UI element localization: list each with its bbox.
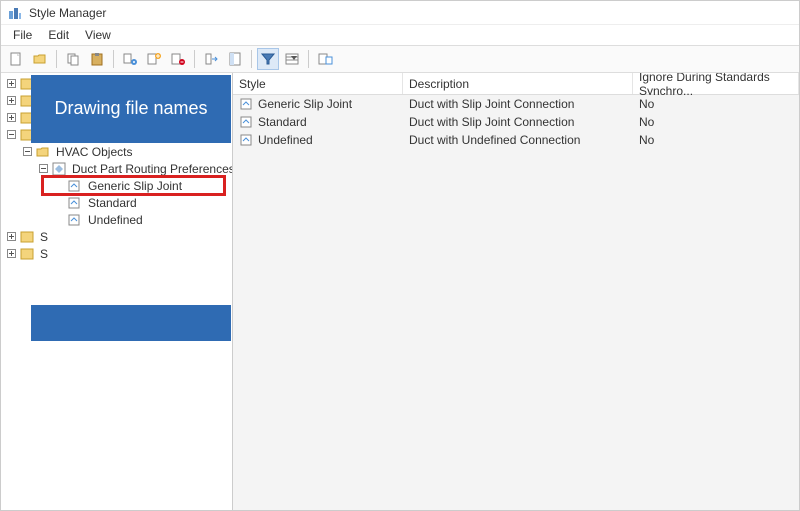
cell-ignore: No: [639, 115, 654, 129]
list-header: Style Description Ignore During Standard…: [233, 73, 799, 95]
open-drawing-button[interactable]: [29, 48, 51, 70]
menu-bar: File Edit View: [1, 25, 799, 45]
tree-label: S: [38, 247, 50, 261]
menu-view[interactable]: View: [77, 26, 119, 44]
tree-label: Standard: [86, 196, 139, 210]
list-panel: Style Description Ignore During Standard…: [233, 73, 799, 510]
list-row[interactable]: Standard Duct with Slip Joint Connection…: [233, 113, 799, 131]
new-drawing-button[interactable]: [5, 48, 27, 70]
style-icon: [67, 212, 83, 228]
tree-label: Undefined: [86, 213, 145, 227]
style-icon: [67, 195, 83, 211]
new-style-button[interactable]: [143, 48, 165, 70]
toolbar-separator: [56, 50, 57, 68]
tree-row-generic-slip-joint[interactable]: Generic Slip Joint: [1, 177, 232, 194]
tree-spacer: [53, 197, 65, 209]
folder-icon: [35, 144, 51, 160]
style-icon: [67, 178, 83, 194]
annotation-text: Drawing file names: [54, 98, 207, 120]
cell-style-name: Undefined: [258, 133, 313, 147]
list-body[interactable]: Generic Slip Joint Duct with Slip Joint …: [233, 95, 799, 510]
column-header-description[interactable]: Description: [403, 73, 633, 94]
paste-button[interactable]: [86, 48, 108, 70]
title-bar: Style Manager: [1, 1, 799, 25]
style-manager-window: Style Manager File Edit View: [0, 0, 800, 511]
dropdown-arrow-icon: [291, 56, 307, 72]
inline-edit-button[interactable]: [314, 48, 336, 70]
cell-description: Duct with Undefined Connection: [409, 133, 580, 147]
details-view-button[interactable]: [281, 48, 303, 70]
tree-row-undefined[interactable]: Undefined: [1, 211, 232, 228]
expand-icon[interactable]: [5, 78, 17, 90]
cell-style-name: Standard: [258, 115, 307, 129]
list-row[interactable]: Generic Slip Joint Duct with Slip Joint …: [233, 95, 799, 113]
annotation-overlay: [31, 305, 231, 341]
cell-ignore: No: [639, 97, 654, 111]
set-from-button[interactable]: [200, 48, 222, 70]
drawing-icon: [19, 246, 35, 262]
purge-button[interactable]: [167, 48, 189, 70]
tree-spacer: [53, 180, 65, 192]
tree-label: S: [38, 230, 50, 244]
tree-row-routing-prefs[interactable]: Duct Part Routing Preferences: [1, 160, 232, 177]
expand-icon[interactable]: [5, 112, 17, 124]
toolbar-separator: [308, 50, 309, 68]
style-category-icon: [51, 161, 67, 177]
tree-row-drawing[interactable]: S: [1, 245, 232, 262]
copy-button[interactable]: [62, 48, 84, 70]
drawing-icon: [19, 229, 35, 245]
tree-row-hvac-objects[interactable]: HVAC Objects: [1, 143, 232, 160]
expand-icon[interactable]: [5, 248, 17, 260]
toolbar-separator: [113, 50, 114, 68]
tree-label: Duct Part Routing Preferences: [70, 162, 233, 176]
menu-edit[interactable]: Edit: [40, 26, 77, 44]
send-style-button[interactable]: [119, 48, 141, 70]
tree-row-drawing[interactable]: S: [1, 228, 232, 245]
column-header-style[interactable]: Style: [233, 73, 403, 94]
style-icon: [239, 114, 255, 130]
annotation-overlay: Drawing file names: [31, 75, 231, 143]
collapse-icon[interactable]: [21, 146, 33, 158]
list-row[interactable]: Undefined Duct with Undefined Connection…: [233, 131, 799, 149]
column-header-ignore[interactable]: Ignore During Standards Synchro...: [633, 73, 799, 94]
menu-file[interactable]: File: [5, 26, 40, 44]
toolbar-separator: [251, 50, 252, 68]
toolbar-separator: [194, 50, 195, 68]
collapse-icon[interactable]: [37, 163, 49, 175]
cell-ignore: No: [639, 133, 654, 147]
content-area: HVAC Objects Duct Part Routing Preferenc…: [1, 73, 799, 510]
toggle-view-button[interactable]: [224, 48, 246, 70]
expand-icon[interactable]: [5, 231, 17, 243]
style-icon: [239, 132, 255, 148]
style-icon: [239, 96, 255, 112]
app-icon: [7, 5, 23, 21]
collapse-icon[interactable]: [5, 129, 17, 141]
window-title: Style Manager: [29, 6, 106, 20]
tree-panel: HVAC Objects Duct Part Routing Preferenc…: [1, 73, 233, 510]
toolbar: [1, 45, 799, 73]
filter-button[interactable]: [257, 48, 279, 70]
tree-label: Generic Slip Joint: [86, 179, 184, 193]
tree-row-standard[interactable]: Standard: [1, 194, 232, 211]
cell-description: Duct with Slip Joint Connection: [409, 97, 574, 111]
cell-description: Duct with Slip Joint Connection: [409, 115, 574, 129]
cell-style-name: Generic Slip Joint: [258, 97, 352, 111]
tree-label: HVAC Objects: [54, 145, 134, 159]
expand-icon[interactable]: [5, 95, 17, 107]
tree-spacer: [53, 214, 65, 226]
